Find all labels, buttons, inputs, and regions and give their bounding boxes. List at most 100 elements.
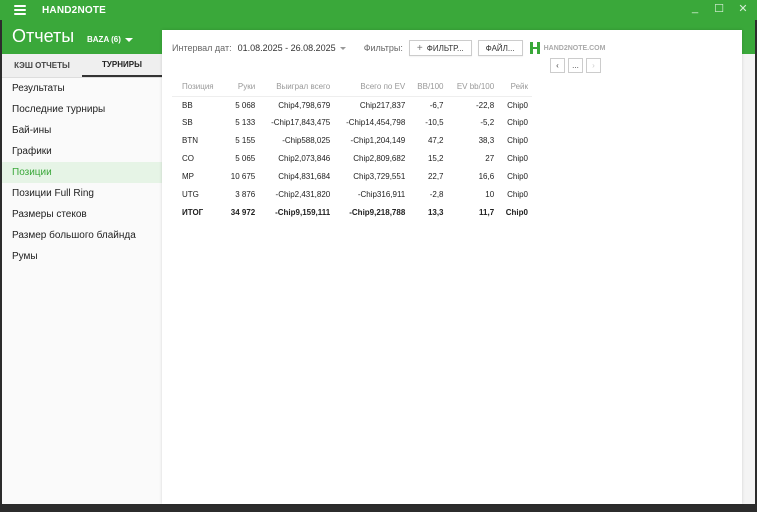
logo-text: HAND2NOTE.COM bbox=[543, 44, 606, 52]
cell-won-total: -Chip588,025 bbox=[282, 136, 331, 146]
page-title: Отчеты bbox=[12, 26, 75, 46]
cell-won-total: Chip2,073,846 bbox=[278, 154, 331, 164]
cell-rake: Chip0 bbox=[507, 136, 528, 146]
table-header-row: Позиция Руки Выиграл всего Всего по EV B… bbox=[172, 78, 532, 97]
cell-rake: Chip0 bbox=[507, 100, 528, 110]
file-button[interactable]: ФАЙЛ... bbox=[477, 40, 523, 56]
positions-table: Позиция Руки Выиграл всего Всего по EV B… bbox=[172, 78, 532, 222]
maximize-icon[interactable]: ☐ bbox=[713, 2, 725, 15]
date-interval-label: Интервал дат: bbox=[172, 43, 232, 53]
cell-ev-total: Chip3,729,551 bbox=[353, 172, 406, 181]
filter-button-label: ФИЛЬТР... bbox=[426, 43, 464, 53]
date-range-selector[interactable]: 01.08.2025 - 26.08.2025 bbox=[238, 43, 346, 53]
cell-rake: Chip0 bbox=[505, 207, 528, 217]
hand2note-logo-icon bbox=[529, 42, 541, 54]
cell-ev-total: -Chip9,218,788 bbox=[349, 207, 406, 217]
cell-rake: Chip0 bbox=[507, 172, 528, 181]
sidebar-item-big-blind-size[interactable]: Размер большого блайнда bbox=[2, 225, 162, 246]
cell-ev-bb100: -22,8 bbox=[475, 100, 495, 110]
sidebar-item-positions-full-ring[interactable]: Позиции Full Ring bbox=[2, 183, 162, 204]
cell-ev-bb100: 11,7 bbox=[479, 207, 495, 217]
database-selector[interactable]: BAZA (6) bbox=[87, 35, 133, 44]
sidebar-item-positions[interactable]: Позиции bbox=[2, 162, 162, 183]
pagination: ‹ ... › bbox=[550, 58, 601, 73]
filters-label: Фильтры: bbox=[363, 43, 403, 53]
hamburger-menu-icon[interactable] bbox=[14, 5, 26, 15]
cell-ev-total: -Chip1,204,149 bbox=[350, 136, 406, 146]
sidebar-item-rooms[interactable]: Румы bbox=[2, 246, 162, 267]
cell-position: BTN bbox=[182, 136, 198, 146]
app-name: HAND2NOTE bbox=[42, 4, 107, 16]
cell-position: CO bbox=[182, 154, 194, 164]
app-window: Отчеты BAZA (6) КЭШ ОТЧЕТЫ ТУРНИРЫ Резул… bbox=[2, 20, 755, 504]
next-page-button[interactable]: › bbox=[586, 58, 601, 73]
prev-page-button[interactable]: ‹ bbox=[550, 58, 565, 73]
table-row[interactable]: CO 5 065 Chip2,073,846 Chip2,809,682 15,2 27 C… bbox=[172, 150, 532, 168]
chevron-down-icon bbox=[124, 37, 133, 42]
chevron-down-icon bbox=[339, 46, 346, 50]
cell-bb100: 15,2 bbox=[427, 154, 444, 164]
table-row[interactable]: UTG 3 876 -Chip2,431,820 -Chip316,911 -2,8 10… bbox=[172, 185, 532, 203]
cell-bb100: -10,5 bbox=[425, 118, 444, 128]
cell-hands: 34 972 bbox=[230, 207, 256, 217]
filter-button[interactable]: + ФИЛЬТР... bbox=[408, 40, 472, 56]
column-header-ev-bb100[interactable]: EV bb/100 bbox=[447, 78, 499, 97]
cell-won-total: Chip4,831,684 bbox=[278, 172, 331, 181]
column-header-ev-total[interactable]: Всего по EV bbox=[334, 78, 410, 97]
tab-tournaments[interactable]: ТУРНИРЫ bbox=[82, 54, 162, 77]
report-panel: Интервал дат: 01.08.2025 - 26.08.2025 Фи… bbox=[162, 30, 742, 504]
column-header-bb100[interactable]: BB/100 bbox=[409, 78, 448, 97]
more-pages-button[interactable]: ... bbox=[568, 58, 583, 73]
plus-icon: + bbox=[416, 42, 423, 54]
cell-hands: 10 675 bbox=[230, 172, 256, 181]
sidebar-item-graphs[interactable]: Графики bbox=[2, 141, 162, 162]
cell-ev-total: -Chip14,454,798 bbox=[346, 118, 406, 128]
cell-rake: Chip0 bbox=[507, 189, 528, 199]
table-row[interactable]: MP 10 675 Chip4,831,684 Chip3,729,551 22,7 16… bbox=[172, 168, 532, 186]
cell-ev-total: -Chip316,911 bbox=[357, 189, 406, 199]
sidebar-item-stack-sizes[interactable]: Размеры стеков bbox=[2, 204, 162, 225]
cell-ev-total: Chip217,837 bbox=[359, 100, 406, 110]
cell-bb100: -6,7 bbox=[429, 100, 444, 110]
table-row[interactable]: BB 5 068 Chip4,798,679 Chip217,837 -6,7 -22,8… bbox=[172, 96, 532, 114]
minimize-icon[interactable]: _ bbox=[689, 2, 701, 15]
cell-hands: 5 155 bbox=[235, 136, 256, 146]
table-body: BB 5 068 Chip4,798,679 Chip217,837 -6,7 -22,8… bbox=[172, 96, 532, 221]
column-header-hands[interactable]: Руки bbox=[222, 78, 260, 97]
cell-ev-bb100: 27 bbox=[485, 154, 495, 164]
cell-ev-bb100: 38,3 bbox=[478, 136, 495, 146]
tab-cash-reports[interactable]: КЭШ ОТЧЕТЫ bbox=[2, 54, 82, 77]
cell-hands: 5 133 bbox=[235, 118, 256, 128]
cell-position: SB bbox=[182, 118, 193, 128]
cell-ev-bb100: -5,2 bbox=[480, 118, 495, 128]
cell-ev-bb100: 16,6 bbox=[478, 172, 495, 181]
date-range-value: 01.08.2025 - 26.08.2025 bbox=[237, 43, 336, 53]
cell-bb100: 13,3 bbox=[427, 207, 444, 217]
table-row[interactable]: BTN 5 155 -Chip588,025 -Chip1,204,149 47,2 38… bbox=[172, 132, 532, 150]
cell-won-total: -Chip9,159,111 bbox=[275, 207, 331, 217]
column-header-won-total[interactable]: Выиграл всего bbox=[259, 78, 335, 97]
window-controls: _ ☐ ✕ bbox=[689, 2, 749, 15]
cell-ev-bb100: 10 bbox=[485, 189, 495, 199]
cell-position: ИТОГ bbox=[182, 207, 204, 217]
column-header-rake[interactable]: Рейк bbox=[498, 78, 532, 97]
left-panel: КЭШ ОТЧЕТЫ ТУРНИРЫ Результаты Последние … bbox=[2, 54, 162, 504]
cell-won-total: Chip4,798,679 bbox=[278, 100, 331, 110]
close-icon[interactable]: ✕ bbox=[737, 2, 749, 15]
sidebar-item-recent-tournaments[interactable]: Последние турниры bbox=[2, 99, 162, 120]
cell-won-total: -Chip17,843,475 bbox=[271, 118, 331, 128]
cell-position: MP bbox=[182, 172, 194, 181]
table-total-row[interactable]: ИТОГ 34 972 -Chip9,159,111 -Chip9,218,788 13… bbox=[172, 203, 532, 221]
cell-bb100: 47,2 bbox=[427, 136, 444, 146]
sidebar-item-buyins[interactable]: Бай-ины bbox=[2, 120, 162, 141]
cell-position: UTG bbox=[182, 189, 199, 199]
table-row[interactable]: SB 5 133 -Chip17,843,475 -Chip14,454,798 -10… bbox=[172, 114, 532, 132]
cell-ev-total: Chip2,809,682 bbox=[353, 154, 406, 164]
sidebar-item-results[interactable]: Результаты bbox=[2, 78, 162, 99]
cell-hands: 5 068 bbox=[235, 100, 256, 110]
cell-rake: Chip0 bbox=[507, 118, 528, 128]
cell-hands: 5 065 bbox=[235, 154, 256, 164]
cell-rake: Chip0 bbox=[507, 154, 528, 164]
column-header-position[interactable]: Позиция bbox=[172, 78, 223, 97]
report-toolbar: Интервал дат: 01.08.2025 - 26.08.2025 Фи… bbox=[172, 40, 605, 56]
